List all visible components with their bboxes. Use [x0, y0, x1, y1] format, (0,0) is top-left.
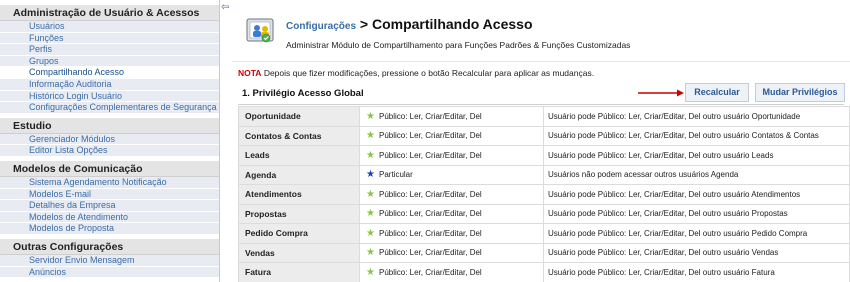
green-star-icon: ★: [366, 110, 375, 122]
green-star-icon: ★: [366, 247, 375, 259]
permission-text: Público: Ler, Criar/Editar, Del: [379, 267, 482, 277]
description-cell: Usuário pode Público: Ler, Criar/Editar,…: [543, 223, 850, 244]
permission-cell: ★ Particular: [359, 164, 544, 185]
table-row: Oportunidade ★ Público: Ler, Criar/Editar,…: [238, 106, 850, 127]
page-title: Compartilhando Acesso: [371, 16, 533, 32]
sidebar-section-title: Administração de Usuário & Acessos: [0, 5, 219, 21]
description-cell: Usuário pode Público: Ler, Criar/Editar,…: [543, 145, 850, 166]
table-row: Pedido Compra ★ Público: Ler, Criar/Editar…: [238, 223, 850, 244]
permission-text: Público: Ler, Criar/Editar, Del: [379, 209, 482, 219]
module-name-cell: Contatos & Contas: [238, 125, 360, 146]
sidebar-item[interactable]: Anúncios: [0, 266, 219, 279]
permission-text: Público: Ler, Criar/Editar, Del: [379, 131, 482, 141]
table-row: Fatura ★ Público: Ler, Criar/Editar, Del Us…: [238, 262, 850, 282]
note-label: NOTA: [238, 68, 262, 78]
permission-cell: ★ Público: Ler, Criar/Editar, Del: [359, 125, 544, 146]
recalculate-button[interactable]: Recalcular: [685, 83, 749, 102]
sidebar-section-title: Outras Configurações: [0, 238, 219, 255]
sidebar-item[interactable]: Gerenciador Módulos: [0, 133, 219, 146]
table-row: Propostas ★ Público: Ler, Criar/Editar, De…: [238, 203, 850, 224]
section-divider: [238, 104, 844, 105]
module-name-cell: Vendas: [238, 242, 360, 263]
global-privilege-section-bar: 1. Privilégio Acesso Global Recalcular M…: [238, 82, 845, 104]
section-title: 1. Privilégio Acesso Global: [242, 88, 364, 99]
page-header: Configurações > Compartilhando Acesso Ad…: [232, 0, 850, 58]
sidebar-item[interactable]: Sistema Agendamento Notificação: [0, 176, 219, 189]
sidebar-item[interactable]: Grupos: [0, 55, 219, 68]
permission-text: Público: Ler, Criar/Editar, Del: [379, 111, 482, 121]
green-star-icon: ★: [366, 208, 375, 220]
note-text: Depois que fizer modificações, pressione…: [261, 68, 595, 78]
sidebar-item[interactable]: Perfis: [0, 44, 219, 56]
permission-cell: ★ Público: Ler, Criar/Editar, Del: [359, 106, 544, 127]
description-cell: Usuário pode Público: Ler, Criar/Editar,…: [543, 106, 850, 127]
sidebar-section-title: Estudio: [0, 117, 219, 134]
sidebar-item[interactable]: Configurações Complementares de Seguranç…: [0, 102, 219, 114]
header-divider: [232, 61, 850, 62]
sharing-access-icon: [246, 18, 274, 43]
permission-text: Público: Ler, Criar/Editar, Del: [379, 228, 482, 238]
breadcrumb-separator: >: [356, 16, 372, 32]
collapse-sidebar-icon[interactable]: ⇦: [221, 3, 231, 13]
module-name-cell: Leads: [238, 145, 360, 166]
table-row: Vendas ★ Público: Ler, Criar/Editar, Del Us…: [238, 242, 850, 263]
permission-cell: ★ Público: Ler, Criar/Editar, Del: [359, 262, 544, 282]
sidebar-item[interactable]: Usuários: [0, 21, 219, 33]
sidebar-item[interactable]: Modelos de Atendimento: [0, 211, 219, 224]
main-content: Configurações > Compartilhando Acesso Ad…: [232, 0, 850, 282]
permission-text: Público: Ler, Criar/Editar, Del: [379, 248, 482, 258]
module-name-cell: Pedido Compra: [238, 223, 360, 244]
description-cell: Usuário pode Público: Ler, Criar/Editar,…: [543, 203, 850, 224]
permission-cell: ★ Público: Ler, Criar/Editar, Del: [359, 242, 544, 263]
red-arrow-icon: [638, 89, 684, 97]
table-row: Contatos & Contas ★ Público: Ler, Criar/Ed…: [238, 125, 850, 146]
description-cell: Usuário pode Público: Ler, Criar/Editar,…: [543, 184, 850, 205]
sidebar-item[interactable]: Compartilhando Acesso: [0, 67, 219, 79]
change-privileges-button[interactable]: Mudar Privilégios: [755, 83, 845, 102]
note-message: NOTA Depois que fizer modificações, pres…: [238, 68, 594, 78]
sidebar-item[interactable]: Modelos E-mail: [0, 188, 219, 201]
description-cell: Usuários não podem acessar outros usuári…: [543, 164, 850, 185]
breadcrumb-configuracoes-link[interactable]: Configurações: [286, 21, 356, 32]
breadcrumb: Configurações > Compartilhando Acesso: [286, 16, 533, 32]
sidebar-section-title: Modelos de Comunicação: [0, 160, 219, 177]
sidebar-item[interactable]: Funções: [0, 32, 219, 45]
sidebar-item[interactable]: Servidor Envio Mensagem: [0, 254, 219, 267]
module-name-cell: Fatura: [238, 262, 360, 282]
table-row: Agenda ★ Particular Usuários não podem aces…: [238, 164, 850, 185]
global-access-table: Oportunidade ★ Público: Ler, Criar/Editar,…: [238, 106, 850, 282]
settings-sidebar: Administração de Usuário & Acessos Usuári…: [0, 0, 220, 282]
permission-cell: ★ Público: Ler, Criar/Editar, Del: [359, 184, 544, 205]
table-row: Leads ★ Público: Ler, Criar/Editar, Del Usu…: [238, 145, 850, 166]
table-row: Atendimentos ★ Público: Ler, Criar/Editar,…: [238, 184, 850, 205]
sidebar-item[interactable]: Modelos de Proposta: [0, 223, 219, 235]
green-star-icon: ★: [366, 227, 375, 239]
sidebar-item[interactable]: Editor Lista Opções: [0, 145, 219, 157]
sidebar-item[interactable]: Detalhes da Empresa: [0, 200, 219, 212]
module-name-cell: Propostas: [238, 203, 360, 224]
module-name-cell: Atendimentos: [238, 184, 360, 205]
permission-text: Particular: [379, 170, 413, 180]
green-star-icon: ★: [366, 130, 375, 142]
green-star-icon: ★: [366, 149, 375, 161]
module-name-cell: Agenda: [238, 164, 360, 185]
green-star-icon: ★: [366, 188, 375, 200]
page-subtitle: Administrar Módulo de Compartilhamento p…: [286, 40, 631, 50]
description-cell: Usuário pode Público: Ler, Criar/Editar,…: [543, 262, 850, 282]
permission-cell: ★ Público: Ler, Criar/Editar, Del: [359, 145, 544, 166]
description-cell: Usuário pode Público: Ler, Criar/Editar,…: [543, 125, 850, 146]
sidebar-item[interactable]: Informação Auditoria: [0, 78, 219, 91]
permission-text: Público: Ler, Criar/Editar, Del: [379, 150, 482, 160]
permission-text: Público: Ler, Criar/Editar, Del: [379, 189, 482, 199]
description-cell: Usuário pode Público: Ler, Criar/Editar,…: [543, 242, 850, 263]
green-star-icon: ★: [366, 266, 375, 278]
module-name-cell: Oportunidade: [238, 106, 360, 127]
sidebar-item[interactable]: Histórico Login Usuário: [0, 90, 219, 103]
permission-cell: ★ Público: Ler, Criar/Editar, Del: [359, 223, 544, 244]
blue-star-icon: ★: [366, 169, 375, 181]
permission-cell: ★ Público: Ler, Criar/Editar, Del: [359, 203, 544, 224]
